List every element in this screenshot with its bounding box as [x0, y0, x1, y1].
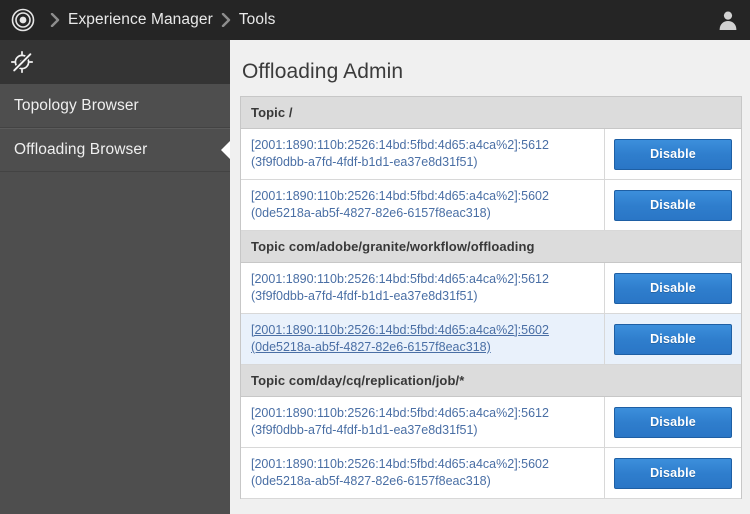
- instance-address-link[interactable]: [2001:1890:110b:2526:14bd:5fbd:4d65:a4ca…: [251, 405, 549, 439]
- table-row: [2001:1890:110b:2526:14bd:5fbd:4d65:a4ca…: [241, 180, 741, 231]
- action-cell: Disable: [605, 263, 741, 313]
- instance-link-cell[interactable]: [2001:1890:110b:2526:14bd:5fbd:4d65:a4ca…: [241, 448, 605, 498]
- topic-group-header: Topic /: [241, 97, 741, 129]
- topic-group-header: Topic com/day/cq/replication/job/*: [241, 365, 741, 397]
- action-cell: Disable: [605, 180, 741, 230]
- disable-button[interactable]: Disable: [614, 273, 732, 304]
- top-bar: Experience Manager Tools: [0, 0, 750, 40]
- sidebar-nav: Topology Browser Offloading Browser: [0, 84, 230, 172]
- instance-address-link[interactable]: [2001:1890:110b:2526:14bd:5fbd:4d65:a4ca…: [251, 188, 549, 222]
- user-avatar-icon: [717, 9, 739, 31]
- disable-button[interactable]: Disable: [614, 407, 732, 438]
- offloading-table: Topic / [2001:1890:110b:2526:14bd:5fbd:4…: [240, 96, 742, 499]
- disable-button[interactable]: Disable: [614, 139, 732, 170]
- instance-link-cell[interactable]: [2001:1890:110b:2526:14bd:5fbd:4d65:a4ca…: [241, 263, 605, 313]
- instance-id: (3f9f0dbb-a7fd-4fdf-b1d1-ea37e8d31f51): [251, 289, 478, 303]
- sidebar-item-label: Offloading Browser: [14, 141, 147, 159]
- active-indicator-arrow-icon: [221, 141, 230, 159]
- instance-address: [2001:1890:110b:2526:14bd:5fbd:4d65:a4ca…: [251, 457, 549, 471]
- table-row: [2001:1890:110b:2526:14bd:5fbd:4d65:a4ca…: [241, 129, 741, 180]
- table-row-hovered: [2001:1890:110b:2526:14bd:5fbd:4d65:a4ca…: [241, 314, 741, 365]
- action-cell: Disable: [605, 129, 741, 179]
- instance-id: (3f9f0dbb-a7fd-4fdf-b1d1-ea37e8d31f51): [251, 155, 478, 169]
- instance-address-link[interactable]: [2001:1890:110b:2526:14bd:5fbd:4d65:a4ca…: [251, 456, 549, 490]
- instance-address: [2001:1890:110b:2526:14bd:5fbd:4d65:a4ca…: [251, 138, 549, 152]
- instance-address: [2001:1890:110b:2526:14bd:5fbd:4d65:a4ca…: [251, 323, 549, 337]
- instance-id: (0de5218a-ab5f-4827-82e6-6157f8eac318): [251, 206, 491, 220]
- instance-link-cell[interactable]: [2001:1890:110b:2526:14bd:5fbd:4d65:a4ca…: [241, 180, 605, 230]
- user-avatar-button[interactable]: [706, 0, 750, 40]
- instance-address: [2001:1890:110b:2526:14bd:5fbd:4d65:a4ca…: [251, 189, 549, 203]
- main-content: Offloading Admin Topic / [2001:1890:110b…: [230, 40, 750, 514]
- table-row: [2001:1890:110b:2526:14bd:5fbd:4d65:a4ca…: [241, 397, 741, 448]
- disable-button[interactable]: Disable: [614, 190, 732, 221]
- sidebar-rail: [0, 40, 230, 84]
- table-row: [2001:1890:110b:2526:14bd:5fbd:4d65:a4ca…: [241, 448, 741, 499]
- instance-address: [2001:1890:110b:2526:14bd:5fbd:4d65:a4ca…: [251, 272, 549, 286]
- instance-id: (0de5218a-ab5f-4827-82e6-6157f8eac318): [251, 474, 491, 488]
- instance-link-cell[interactable]: [2001:1890:110b:2526:14bd:5fbd:4d65:a4ca…: [241, 397, 605, 447]
- disable-button[interactable]: Disable: [614, 324, 732, 355]
- topic-group-header: Topic com/adobe/granite/workflow/offload…: [241, 231, 741, 263]
- page-title: Offloading Admin: [230, 40, 750, 96]
- instance-id: (0de5218a-ab5f-4827-82e6-6157f8eac318): [251, 340, 491, 354]
- table-row: [2001:1890:110b:2526:14bd:5fbd:4d65:a4ca…: [241, 263, 741, 314]
- instance-address-link[interactable]: [2001:1890:110b:2526:14bd:5fbd:4d65:a4ca…: [251, 322, 549, 356]
- app-logo-button[interactable]: [0, 0, 46, 40]
- action-cell: Disable: [605, 397, 741, 447]
- compass-slash-icon: [10, 50, 34, 74]
- instance-address-link[interactable]: [2001:1890:110b:2526:14bd:5fbd:4d65:a4ca…: [251, 271, 549, 305]
- sidebar-item-topology-browser[interactable]: Topology Browser: [0, 84, 230, 128]
- breadcrumb-item-tools[interactable]: Tools: [235, 11, 280, 29]
- sidebar-item-offloading-browser[interactable]: Offloading Browser: [0, 128, 230, 172]
- breadcrumb-chevron-icon-2: [217, 0, 235, 40]
- instance-link-cell[interactable]: [2001:1890:110b:2526:14bd:5fbd:4d65:a4ca…: [241, 314, 605, 364]
- adobe-experience-manager-rings-icon: [11, 8, 35, 32]
- instance-address-link[interactable]: [2001:1890:110b:2526:14bd:5fbd:4d65:a4ca…: [251, 137, 549, 171]
- instance-address: [2001:1890:110b:2526:14bd:5fbd:4d65:a4ca…: [251, 406, 549, 420]
- action-cell: Disable: [605, 448, 741, 498]
- disable-button[interactable]: Disable: [614, 458, 732, 489]
- breadcrumb-item-experience-manager[interactable]: Experience Manager: [64, 11, 217, 29]
- instance-link-cell[interactable]: [2001:1890:110b:2526:14bd:5fbd:4d65:a4ca…: [241, 129, 605, 179]
- sidebar-item-label: Topology Browser: [14, 97, 139, 115]
- compass-slash-button[interactable]: [0, 40, 44, 84]
- sidebar: Topology Browser Offloading Browser: [0, 40, 230, 514]
- action-cell: Disable: [605, 314, 741, 364]
- instance-id: (3f9f0dbb-a7fd-4fdf-b1d1-ea37e8d31f51): [251, 423, 478, 437]
- breadcrumb-chevron-icon: [46, 0, 64, 40]
